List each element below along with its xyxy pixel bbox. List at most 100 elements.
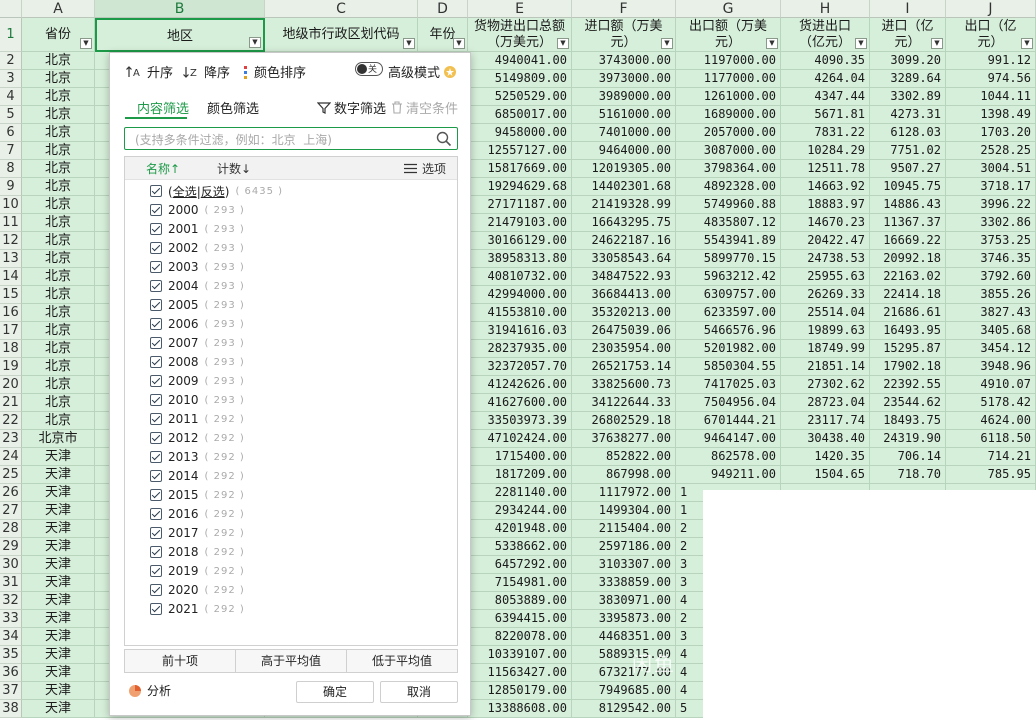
value-cell[interactable]: 6850017.00 xyxy=(468,106,572,124)
value-cell[interactable]: 11563427.00 xyxy=(468,664,572,682)
province-cell[interactable]: 北京 xyxy=(22,124,95,142)
value-cell[interactable]: 4273.31 xyxy=(870,106,946,124)
value-cell[interactable]: 20422.47 xyxy=(781,232,870,250)
header-cell[interactable]: 货进出口 （亿元） ▼ xyxy=(781,18,870,52)
value-cell[interactable]: 11367.37 xyxy=(870,214,946,232)
row-header[interactable]: 35 xyxy=(0,646,22,664)
value-cell[interactable]: 21686.61 xyxy=(870,304,946,322)
sort-ascending-button[interactable]: A 升序 xyxy=(126,62,173,81)
header-cell[interactable]: 进口额（万美 元） ▼ xyxy=(572,18,676,52)
header-cell[interactable]: 地区 ▼ xyxy=(95,18,265,52)
value-cell[interactable]: 6128.03 xyxy=(870,124,946,142)
filter-item-checkbox[interactable] xyxy=(150,584,162,596)
select-all-item[interactable]: (全选|反选) ( 6435 ) xyxy=(150,182,283,200)
province-cell[interactable]: 北京 xyxy=(22,340,95,358)
value-cell[interactable]: 1044.11 xyxy=(946,88,1036,106)
value-cell[interactable]: 4940041.00 xyxy=(468,52,572,70)
province-cell[interactable]: 天津 xyxy=(22,448,95,466)
value-cell[interactable]: 2597186.00 xyxy=(572,538,676,556)
value-cell[interactable]: 3405.68 xyxy=(946,322,1036,340)
filter-item-checkbox[interactable] xyxy=(150,451,162,463)
tab-color-filter[interactable]: 颜色筛选 xyxy=(207,98,259,117)
row-header[interactable]: 4 xyxy=(0,88,22,106)
number-filter-button[interactable]: 数字筛选 xyxy=(317,98,386,117)
filter-item[interactable]: 2013 ( 292 ) xyxy=(150,448,245,466)
header-cell[interactable]: 出口额（万美 元） ▼ xyxy=(676,18,781,52)
filter-search-input[interactable] xyxy=(133,129,437,150)
value-cell[interactable]: 1817209.00 xyxy=(468,466,572,484)
row-header[interactable]: 36 xyxy=(0,664,22,682)
value-cell[interactable]: 1499304.00 xyxy=(572,502,676,520)
value-cell[interactable]: 9464147.00 xyxy=(676,430,781,448)
province-cell[interactable]: 北京 xyxy=(22,214,95,232)
value-cell[interactable]: 4624.00 xyxy=(946,412,1036,430)
value-cell[interactable]: 4835807.12 xyxy=(676,214,781,232)
value-cell[interactable]: 6118.50 xyxy=(946,430,1036,448)
row-header[interactable]: 10 xyxy=(0,196,22,214)
province-cell[interactable]: 北京 xyxy=(22,286,95,304)
value-cell[interactable]: 32372057.70 xyxy=(468,358,572,376)
value-cell[interactable]: 23544.62 xyxy=(870,394,946,412)
value-cell[interactable]: 26269.33 xyxy=(781,286,870,304)
province-cell[interactable]: 北京 xyxy=(22,304,95,322)
value-cell[interactable]: 14402301.68 xyxy=(572,178,676,196)
value-cell[interactable]: 9458000.00 xyxy=(468,124,572,142)
filter-item-checkbox[interactable] xyxy=(150,527,162,539)
filter-item[interactable]: 2001 ( 293 ) xyxy=(150,220,245,238)
filter-item-checkbox[interactable] xyxy=(150,242,162,254)
value-cell[interactable]: 2934244.00 xyxy=(468,502,572,520)
select-all-checkbox[interactable] xyxy=(150,185,162,197)
cancel-button[interactable]: 取消 xyxy=(380,681,458,703)
row-header[interactable]: 9 xyxy=(0,178,22,196)
above-average-button[interactable]: 高于平均值 xyxy=(236,650,347,672)
value-cell[interactable]: 14670.23 xyxy=(781,214,870,232)
value-cell[interactable]: 3830971.00 xyxy=(572,592,676,610)
value-cell[interactable]: 24319.90 xyxy=(870,430,946,448)
column-header-c[interactable]: C xyxy=(265,0,418,18)
filter-item-checkbox[interactable] xyxy=(150,470,162,482)
row-header[interactable]: 1 xyxy=(0,18,22,52)
value-cell[interactable]: 21851.14 xyxy=(781,358,870,376)
value-cell[interactable]: 41553810.00 xyxy=(468,304,572,322)
value-cell[interactable]: 852822.00 xyxy=(572,448,676,466)
clear-condition-button[interactable]: 清空条件 xyxy=(391,98,458,117)
filter-dropdown-button[interactable]: ▼ xyxy=(249,37,261,48)
province-cell[interactable]: 北京 xyxy=(22,412,95,430)
header-cell[interactable]: 省份 ▼ xyxy=(22,18,95,52)
value-cell[interactable]: 3395873.00 xyxy=(572,610,676,628)
value-cell[interactable]: 14886.43 xyxy=(870,196,946,214)
row-header[interactable]: 30 xyxy=(0,556,22,574)
value-cell[interactable]: 12850179.00 xyxy=(468,682,572,700)
filter-item-checkbox[interactable] xyxy=(150,261,162,273)
value-cell[interactable]: 16493.95 xyxy=(870,322,946,340)
value-cell[interactable]: 47102424.00 xyxy=(468,430,572,448)
filter-item[interactable]: 2008 ( 293 ) xyxy=(150,353,245,371)
filter-item-checkbox[interactable] xyxy=(150,546,162,558)
value-cell[interactable]: 10339107.00 xyxy=(468,646,572,664)
value-cell[interactable]: 28723.04 xyxy=(781,394,870,412)
tab-content-filter[interactable]: 内容筛选 xyxy=(137,98,189,117)
row-header[interactable]: 34 xyxy=(0,628,22,646)
province-cell[interactable]: 天津 xyxy=(22,538,95,556)
row-header[interactable]: 3 xyxy=(0,70,22,88)
value-cell[interactable]: 3798364.00 xyxy=(676,160,781,178)
column-header-g[interactable]: G xyxy=(676,0,781,18)
filter-item-checkbox[interactable] xyxy=(150,375,162,387)
value-cell[interactable]: 24738.53 xyxy=(781,250,870,268)
value-cell[interactable]: 35320213.00 xyxy=(572,304,676,322)
row-header[interactable]: 31 xyxy=(0,574,22,592)
value-cell[interactable]: 15295.87 xyxy=(870,340,946,358)
value-cell[interactable]: 867998.00 xyxy=(572,466,676,484)
value-cell[interactable]: 16669.22 xyxy=(870,232,946,250)
row-header[interactable]: 5 xyxy=(0,106,22,124)
value-cell[interactable]: 25955.63 xyxy=(781,268,870,286)
value-cell[interactable]: 5543941.89 xyxy=(676,232,781,250)
filter-item-checkbox[interactable] xyxy=(150,489,162,501)
province-cell[interactable]: 北京 xyxy=(22,88,95,106)
value-cell[interactable]: 5466576.96 xyxy=(676,322,781,340)
filter-item[interactable]: 2019 ( 292 ) xyxy=(150,562,245,580)
province-cell[interactable]: 天津 xyxy=(22,682,95,700)
value-cell[interactable]: 3302.89 xyxy=(870,88,946,106)
value-cell[interactable]: 40810732.00 xyxy=(468,268,572,286)
value-cell[interactable]: 31941616.03 xyxy=(468,322,572,340)
